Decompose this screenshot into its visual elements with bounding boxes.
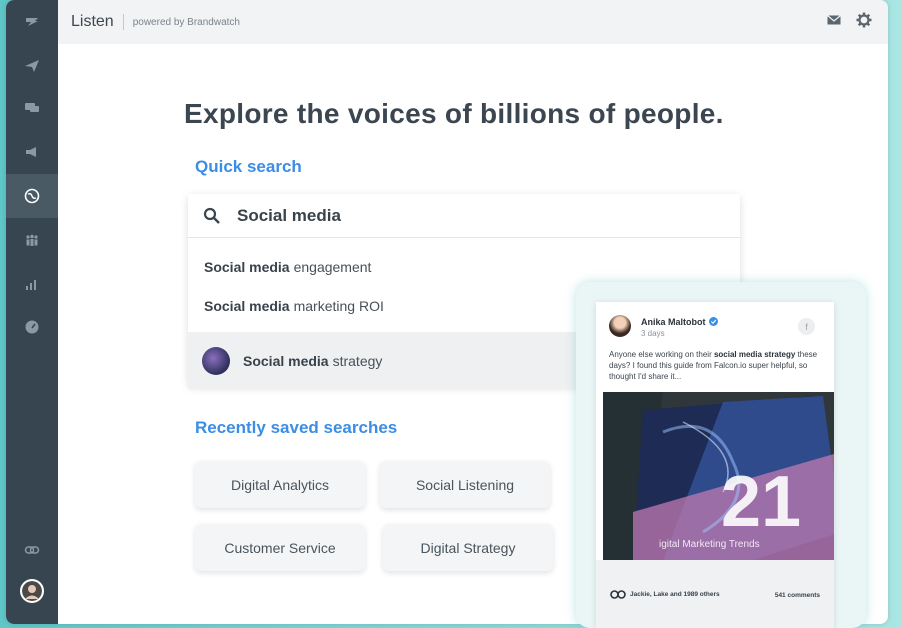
post-likes[interactable]: Jackie, Lake and 1989 others [610,590,720,599]
suggestion-bold-text: Social media [204,258,290,275]
top-bar: Listen powered by Brandwatch [58,0,888,44]
mail-icon[interactable] [826,12,842,33]
facebook-icon: f [798,318,815,335]
app-subtitle: powered by Brandwatch [132,16,240,28]
saved-searches-label: Recently saved searches [195,418,398,437]
suggestion-avatar [202,346,230,375]
verified-icon [708,317,718,326]
suggestion-text: marketing ROI [293,297,384,314]
link-icon[interactable] [6,528,58,572]
bar-chart-icon[interactable] [6,262,58,306]
quick-search-label: Quick search [195,157,302,176]
social-post-card[interactable]: Anika Maltobot 3 days f Anyone else work… [596,302,834,628]
post-image: 21 igital Marketing Trends [603,392,834,560]
page-headline: Explore the voices of billions of people… [184,98,724,129]
search-input[interactable] [237,205,697,226]
post-text: Anyone else working on their social medi… [609,350,818,381]
post-time: 3 days [641,329,665,338]
megaphone-icon[interactable] [6,130,58,174]
saved-search-button[interactable]: Digital Strategy [383,524,553,571]
chat-bubbles-icon[interactable] [6,86,58,130]
paper-plane-icon[interactable] [6,44,58,88]
globe-icon[interactable] [6,174,58,218]
saved-search-button[interactable]: Customer Service [195,524,365,571]
suggestion-item[interactable]: Social media engagement [188,247,740,286]
logo-icon[interactable] [6,0,58,44]
suggestion-bold-text: Social media [204,297,290,314]
post-image-caption: igital Marketing Trends [659,539,760,550]
people-icon[interactable] [6,218,58,262]
post-header: Anika Maltobot 3 days f [596,302,834,342]
title-divider [122,14,124,30]
post-author: Anika Maltobot [641,317,718,327]
search-icon [203,207,220,224]
search-bar [188,194,740,238]
gear-icon[interactable] [856,12,872,33]
top-actions [826,12,872,33]
reactions-icon [610,590,626,599]
saved-search-button[interactable]: Social Listening [380,461,550,508]
speedometer-icon[interactable] [6,305,58,349]
suggestion-bold-text: Social media [243,352,329,369]
sidebar [6,0,58,624]
post-comments[interactable]: 541 comments [775,592,820,599]
app-title: Listen [71,13,114,30]
suggestion-text: strategy [332,352,383,369]
saved-search-button[interactable]: Digital Analytics [195,461,365,508]
post-footer: Jackie, Lake and 1989 others 541 comment… [596,560,834,628]
user-avatar[interactable] [20,579,44,603]
post-author-avatar [609,315,631,337]
post-image-number: 21 [721,462,801,542]
suggestion-text: engagement [293,258,372,275]
